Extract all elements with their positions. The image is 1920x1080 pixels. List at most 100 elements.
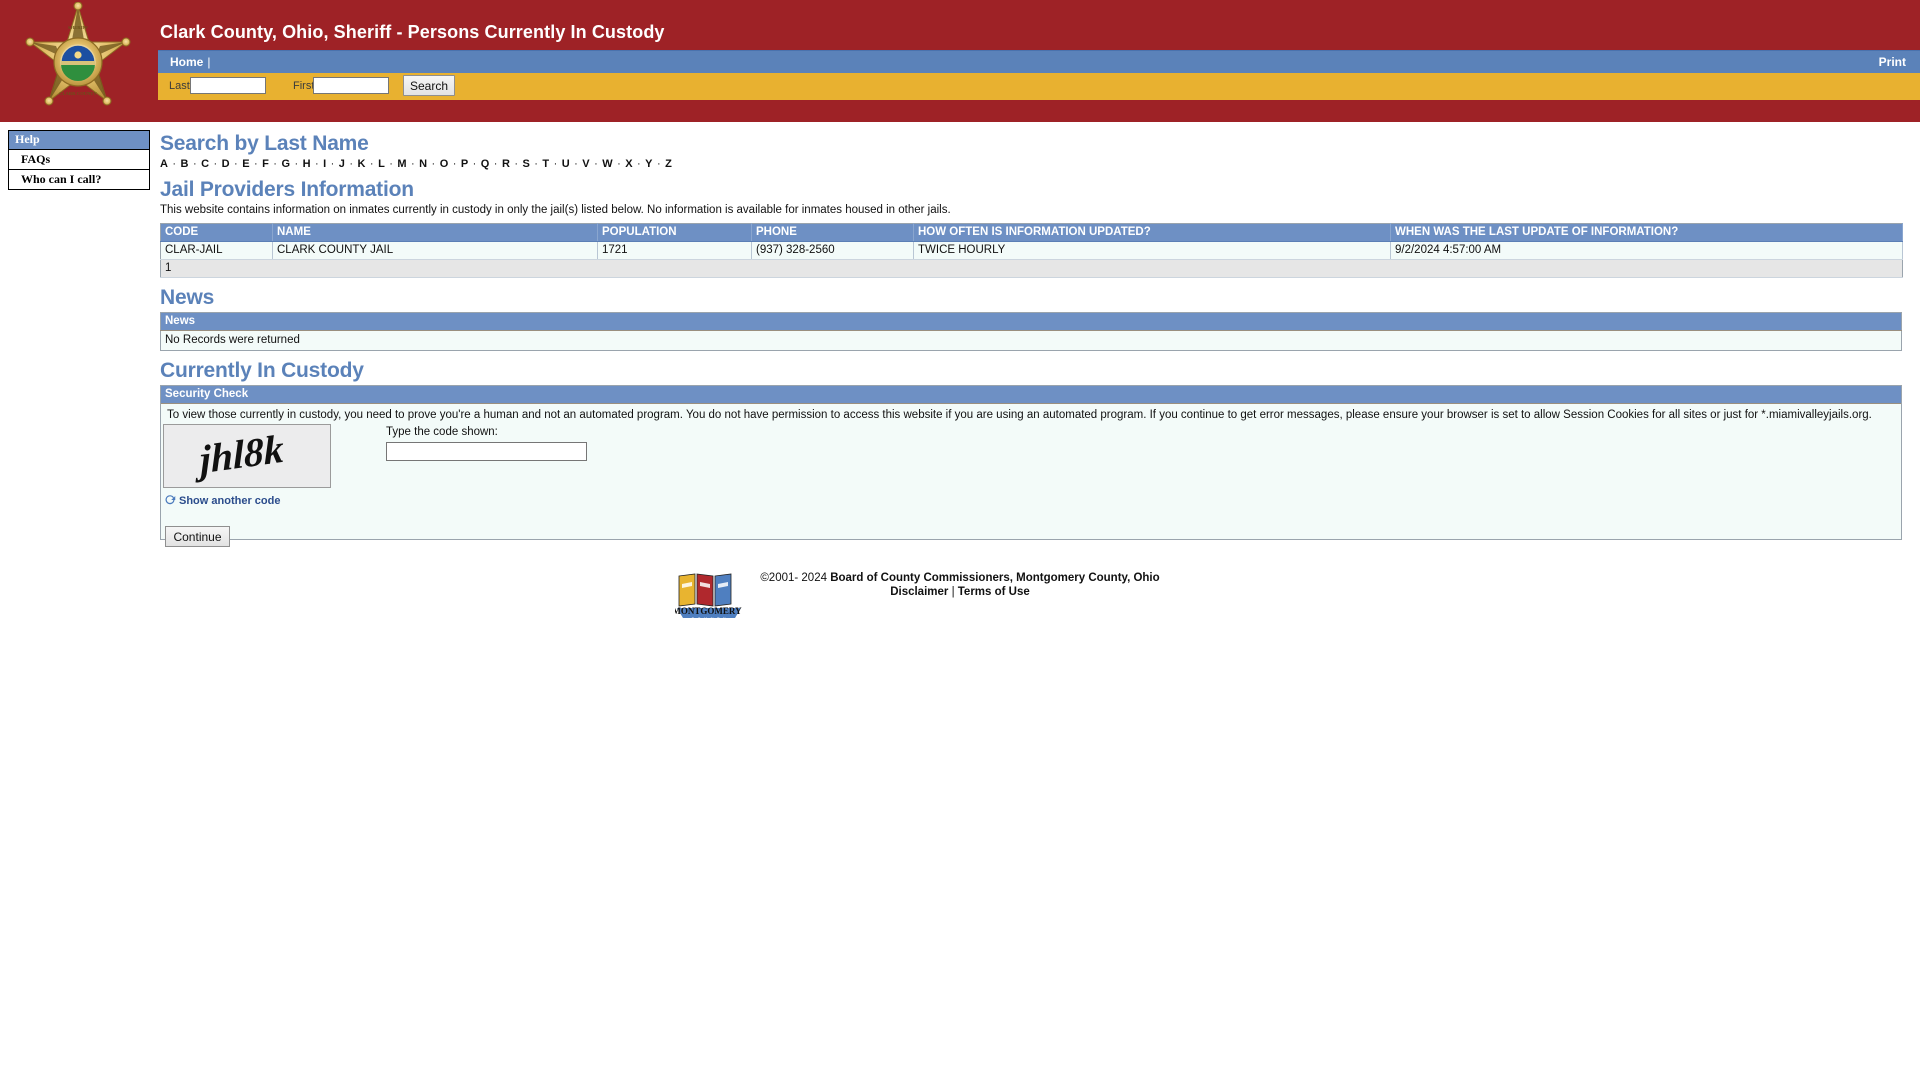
alphabet-link-k[interactable]: K bbox=[358, 158, 366, 170]
alphabet-separator: · bbox=[531, 158, 542, 170]
first-name-label: First bbox=[293, 80, 315, 92]
page-root: SHERIFF CLARK COUNTY Clark County, Ohio,… bbox=[0, 0, 1920, 1080]
alphabet-index: A · B · C · D · E · F · G · H · I · J · … bbox=[160, 158, 1902, 170]
table-cell: 1721 bbox=[597, 241, 752, 260]
search-button[interactable]: Search bbox=[403, 75, 455, 96]
news-heading: News bbox=[160, 286, 215, 309]
alphabet-separator: · bbox=[385, 158, 397, 170]
alphabet-separator: · bbox=[291, 158, 302, 170]
last-name-input[interactable] bbox=[190, 77, 266, 94]
sidebar-item-who-can-i-call[interactable]: Who can I call? bbox=[9, 170, 149, 189]
nav-item-home[interactable]: Home bbox=[170, 55, 203, 69]
alphabet-link-r[interactable]: R bbox=[502, 158, 510, 170]
alphabet-separator: · bbox=[210, 158, 221, 170]
table-cell: CLAR-JAIL bbox=[160, 241, 273, 260]
print-link[interactable]: Print bbox=[1879, 55, 1906, 69]
alphabet-link-b[interactable]: B bbox=[181, 158, 189, 170]
jail-providers-heading: Jail Providers Information bbox=[160, 178, 414, 201]
footer-inner: MONTGOMERY C O U N T Y ©2001- 2024 Board… bbox=[673, 572, 1160, 621]
alphabet-link-l[interactable]: L bbox=[378, 158, 385, 170]
alphabet-separator: · bbox=[653, 158, 665, 170]
jail-providers-description: This website contains information on inm… bbox=[160, 204, 951, 216]
captcha-image: jhl8k bbox=[163, 424, 331, 488]
column-header[interactable]: HOW OFTEN IS INFORMATION UPDATED? bbox=[913, 223, 1391, 242]
alphabet-link-u[interactable]: U bbox=[562, 158, 570, 170]
site-masthead: SHERIFF CLARK COUNTY Clark County, Ohio,… bbox=[0, 0, 1920, 122]
alphabet-separator: · bbox=[169, 158, 180, 170]
last-name-label: Last bbox=[169, 80, 190, 92]
table-cell: CLARK COUNTY JAIL bbox=[272, 241, 598, 260]
alphabet-link-w[interactable]: W bbox=[602, 158, 613, 170]
alphabet-link-v[interactable]: V bbox=[582, 158, 590, 170]
captcha-code-label: Type the code shown: bbox=[386, 426, 498, 438]
security-instructions: To view those currently in custody, you … bbox=[167, 409, 1872, 421]
news-table: News No Records were returned bbox=[160, 312, 1902, 351]
page-title: Clark County, Ohio, Sheriff - Persons Cu… bbox=[160, 22, 665, 42]
alphabet-link-x[interactable]: X bbox=[625, 158, 633, 170]
table-cell: (937) 328-2560 bbox=[751, 241, 914, 260]
column-header[interactable]: WHEN WAS THE LAST UPDATE OF INFORMATION? bbox=[1390, 223, 1903, 242]
alphabet-link-y[interactable]: Y bbox=[645, 158, 653, 170]
disclaimer-link[interactable]: Disclaimer bbox=[890, 586, 948, 598]
captcha-code-input[interactable] bbox=[386, 442, 587, 461]
security-check-panel: Security Check To view those currently i… bbox=[160, 385, 1902, 547]
alphabet-separator: · bbox=[250, 158, 262, 170]
column-header[interactable]: CODE bbox=[160, 223, 273, 242]
continue-button[interactable]: Continue bbox=[165, 526, 230, 547]
terms-of-use-link[interactable]: Terms of Use bbox=[958, 586, 1030, 598]
alphabet-separator: · bbox=[550, 158, 561, 170]
alphabet-link-a[interactable]: A bbox=[160, 158, 168, 170]
primary-navbar: Home | Print bbox=[158, 50, 1920, 74]
alphabet-separator: · bbox=[407, 158, 419, 170]
news-empty-message: No Records were returned bbox=[160, 330, 1902, 351]
footer-link-separator: | bbox=[948, 586, 958, 598]
alphabet-link-z[interactable]: Z bbox=[665, 158, 672, 170]
alphabet-separator: · bbox=[270, 158, 281, 170]
alphabet-link-f[interactable]: F bbox=[262, 158, 269, 170]
alphabet-link-s[interactable]: S bbox=[522, 158, 530, 170]
currently-in-custody-heading: Currently In Custody bbox=[160, 359, 364, 382]
alphabet-separator: · bbox=[311, 158, 323, 170]
sheriff-badge-logo: SHERIFF CLARK COUNTY bbox=[18, 2, 138, 122]
refresh-icon bbox=[165, 495, 176, 505]
alphabet-link-q[interactable]: Q bbox=[481, 158, 490, 170]
svg-text:CLARK COUNTY: CLARK COUNTY bbox=[59, 91, 97, 96]
copyright-prefix: ©2001- 2024 bbox=[760, 572, 831, 584]
main-content: Search by Last Name A · B · C · D · E · … bbox=[160, 124, 1903, 547]
sidebar-header: Help bbox=[9, 131, 149, 150]
show-another-code-link[interactable]: Show another code bbox=[164, 494, 280, 507]
county-books-icon: MONTGOMERY C O U N T Y bbox=[673, 573, 742, 621]
quick-search-bar: Last First Search bbox=[158, 73, 1920, 100]
news-column-header: News bbox=[160, 312, 1902, 331]
alphabet-link-d[interactable]: D bbox=[222, 158, 230, 170]
security-check-header: Security Check bbox=[161, 386, 1901, 404]
alphabet-separator: · bbox=[428, 158, 439, 170]
svg-text:MONTGOMERY: MONTGOMERY bbox=[675, 606, 742, 616]
alphabet-separator: · bbox=[366, 158, 378, 170]
footer-links: Disclaimer | Terms of Use bbox=[760, 586, 1159, 598]
column-header[interactable]: PHONE bbox=[751, 223, 914, 242]
alphabet-separator: · bbox=[189, 158, 201, 170]
alphabet-link-g[interactable]: G bbox=[281, 158, 290, 170]
alphabet-link-h[interactable]: H bbox=[303, 158, 311, 170]
footer-copyright: ©2001- 2024 Board of County Commissioner… bbox=[760, 572, 1159, 584]
alphabet-separator: · bbox=[590, 158, 602, 170]
sidebar-item-faqs[interactable]: FAQs bbox=[9, 150, 149, 170]
column-header[interactable]: POPULATION bbox=[597, 223, 752, 242]
svg-text:C O U N T Y: C O U N T Y bbox=[692, 616, 728, 621]
copyright-owner: Board of County Commissioners, Montgomer… bbox=[830, 572, 1160, 584]
page-footer: MONTGOMERY C O U N T Y ©2001- 2024 Board… bbox=[0, 572, 1920, 621]
montgomery-county-logo: MONTGOMERY C O U N T Y bbox=[673, 572, 743, 627]
help-sidebar: Help FAQs Who can I call? bbox=[8, 130, 150, 190]
table-cell: TWICE HOURLY bbox=[913, 241, 1391, 260]
alphabet-separator: · bbox=[490, 158, 501, 170]
alphabet-link-m[interactable]: M bbox=[397, 158, 406, 170]
pager-page-number[interactable]: 1 bbox=[160, 259, 1903, 278]
table-cell: 9/2/2024 4:57:00 AM bbox=[1390, 241, 1903, 260]
alphabet-link-e[interactable]: E bbox=[242, 158, 250, 170]
table-row: CLAR-JAIL CLARK COUNTY JAIL 1721 (937) 328-… bbox=[160, 241, 1903, 260]
table-pager-row: 1 bbox=[160, 259, 1903, 278]
security-check-body: To view those currently in custody, you … bbox=[161, 404, 1901, 547]
column-header[interactable]: NAME bbox=[272, 223, 598, 242]
first-name-input[interactable] bbox=[313, 77, 389, 94]
